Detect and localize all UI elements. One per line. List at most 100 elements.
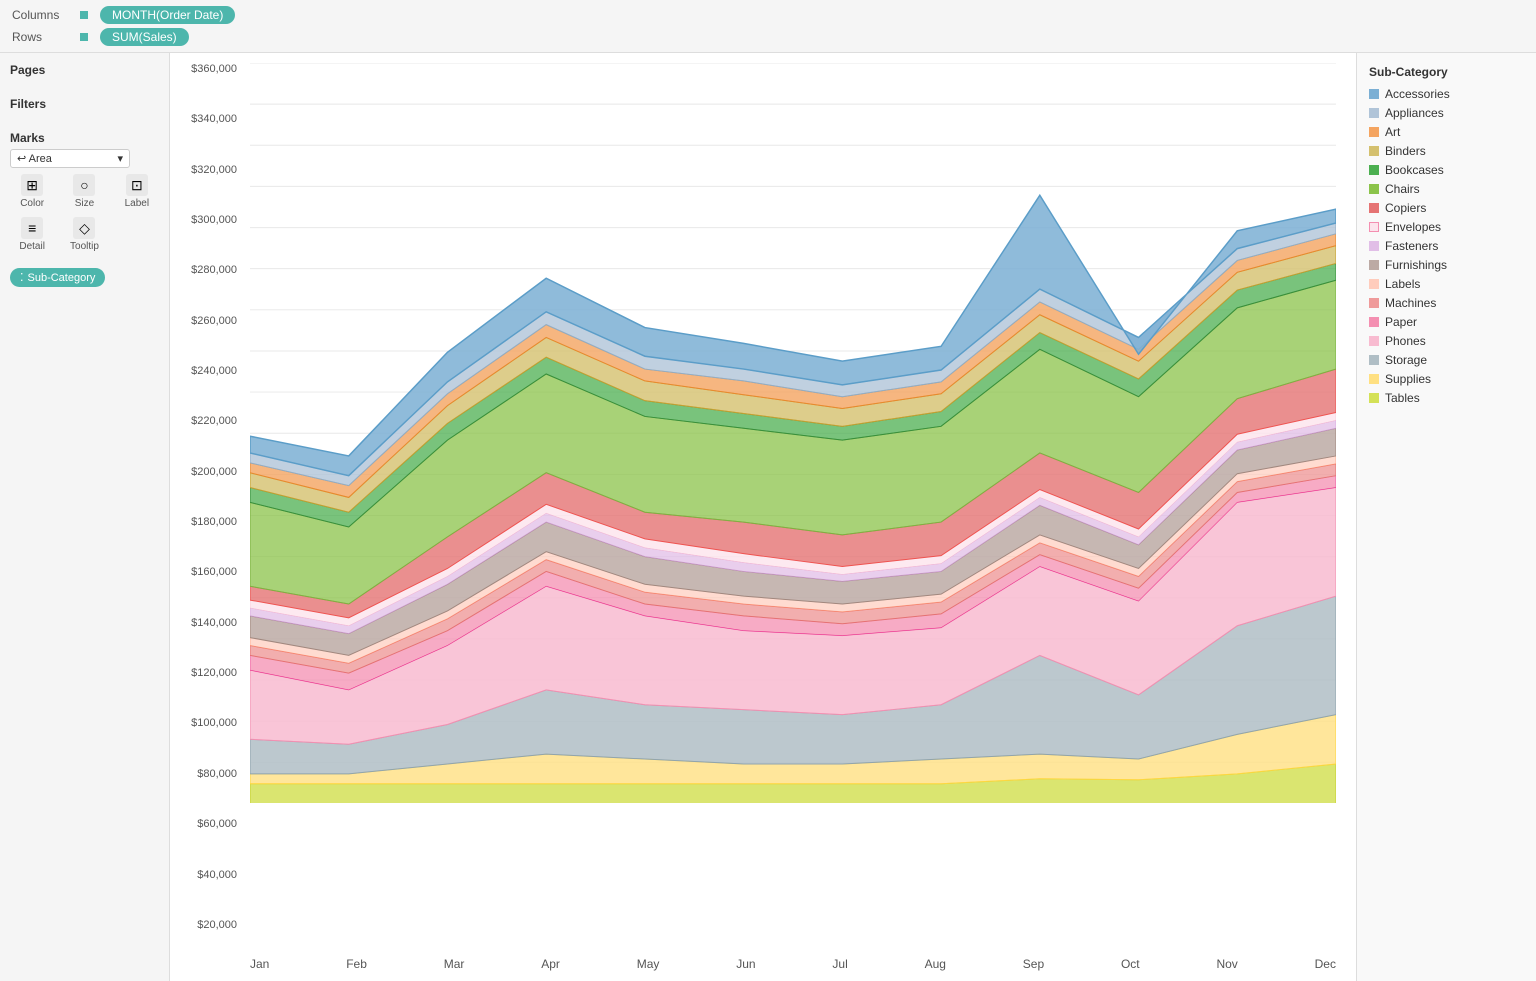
color-button[interactable]: ⊞ Color: [10, 174, 54, 209]
tooltip-button[interactable]: ◇ Tooltip: [62, 217, 106, 252]
size-icon: ○: [73, 174, 95, 196]
x-label-jan: Jan: [250, 957, 269, 971]
label-button[interactable]: ⊡ Label: [115, 174, 159, 209]
y-label-20: $20,000: [197, 919, 237, 931]
x-label-jul: Jul: [832, 957, 847, 971]
legend-labels: Labels: [1369, 277, 1524, 291]
y-label-340: $340,000: [191, 113, 237, 125]
appliances-label: Appliances: [1385, 106, 1444, 120]
y-label-220: $220,000: [191, 415, 237, 427]
bookcases-label: Bookcases: [1385, 163, 1444, 177]
y-label-320: $320,000: [191, 164, 237, 176]
size-button[interactable]: ○ Size: [62, 174, 106, 209]
accessories-swatch: [1369, 89, 1379, 99]
y-label-260: $260,000: [191, 315, 237, 327]
fasteners-label: Fasteners: [1385, 239, 1438, 253]
sub-cat-dots: ⁚: [20, 271, 24, 284]
x-label-feb: Feb: [346, 957, 367, 971]
x-label-dec: Dec: [1315, 957, 1336, 971]
legend-tables: Tables: [1369, 391, 1524, 405]
pages-section: Pages: [10, 63, 159, 81]
y-label-240: $240,000: [191, 365, 237, 377]
label-label: Label: [125, 198, 149, 209]
columns-pill[interactable]: MONTH(Order Date): [100, 6, 235, 24]
y-label-180: $180,000: [191, 516, 237, 528]
machines-swatch: [1369, 298, 1379, 308]
appliances-swatch: [1369, 108, 1379, 118]
detail-icon: ≡: [21, 217, 43, 239]
y-label-280: $280,000: [191, 264, 237, 276]
rows-pill[interactable]: SUM(Sales): [100, 28, 189, 46]
supplies-swatch: [1369, 374, 1379, 384]
legend-accessories: Accessories: [1369, 87, 1524, 101]
legend-binders: Binders: [1369, 144, 1524, 158]
tooltip-label: Tooltip: [70, 241, 99, 252]
y-label-140: $140,000: [191, 617, 237, 629]
envelopes-label: Envelopes: [1385, 220, 1441, 234]
marks-type-select[interactable]: ↩ Area ▾: [10, 149, 130, 168]
art-label: Art: [1385, 125, 1400, 139]
x-label-nov: Nov: [1216, 957, 1237, 971]
copiers-swatch: [1369, 203, 1379, 213]
supplies-label: Supplies: [1385, 372, 1431, 386]
legend-chairs: Chairs: [1369, 182, 1524, 196]
y-label-200: $200,000: [191, 466, 237, 478]
left-panel: Pages Filters Marks ↩ Area ▾ ⊞ Color ○ S…: [0, 53, 170, 981]
detail-button[interactable]: ≡ Detail: [10, 217, 54, 252]
x-label-jun: Jun: [736, 957, 755, 971]
size-label: Size: [75, 198, 94, 209]
y-label-300: $300,000: [191, 214, 237, 226]
legend-machines: Machines: [1369, 296, 1524, 310]
fasteners-swatch: [1369, 241, 1379, 251]
x-label-aug: Aug: [925, 957, 946, 971]
bookcases-swatch: [1369, 165, 1379, 175]
color-icon: ⊞: [21, 174, 43, 196]
paper-swatch: [1369, 317, 1379, 327]
x-label-oct: Oct: [1121, 957, 1140, 971]
marks-section: Marks ↩ Area ▾ ⊞ Color ○ Size ⊡ Label: [10, 131, 159, 287]
marks-title: Marks: [10, 131, 159, 145]
y-axis: $360,000 $340,000 $320,000 $300,000 $280…: [170, 63, 245, 931]
tables-swatch: [1369, 393, 1379, 403]
labels-label: Labels: [1385, 277, 1420, 291]
phones-label: Phones: [1385, 334, 1426, 348]
columns-row: Columns MONTH(Order Date): [12, 6, 1524, 24]
sub-category-pill[interactable]: ⁚ Sub-Category: [10, 268, 105, 287]
phones-swatch: [1369, 336, 1379, 346]
legend-phones: Phones: [1369, 334, 1524, 348]
filters-title: Filters: [10, 97, 159, 111]
marks-type-label: ↩ Area: [17, 152, 52, 165]
sub-cat-label: Sub-Category: [28, 272, 96, 284]
marks-dropdown-icon: ▾: [117, 152, 123, 165]
chart-area: $360,000 $340,000 $320,000 $300,000 $280…: [170, 53, 1356, 981]
x-label-sep: Sep: [1023, 957, 1044, 971]
legend-bookcases: Bookcases: [1369, 163, 1524, 177]
legend-paper: Paper: [1369, 315, 1524, 329]
y-label-40: $40,000: [197, 869, 237, 881]
art-swatch: [1369, 127, 1379, 137]
rows-row: Rows SUM(Sales): [12, 28, 1524, 46]
legend-supplies: Supplies: [1369, 372, 1524, 386]
chairs-swatch: [1369, 184, 1379, 194]
chairs-label: Chairs: [1385, 182, 1420, 196]
top-bar: Columns MONTH(Order Date) Rows SUM(Sales…: [0, 0, 1536, 53]
paper-label: Paper: [1385, 315, 1417, 329]
legend-title: Sub-Category: [1369, 65, 1524, 79]
area-chart-svg: [250, 63, 1336, 803]
color-label: Color: [20, 198, 44, 209]
copiers-label: Copiers: [1385, 201, 1426, 215]
y-label-60: $60,000: [197, 818, 237, 830]
rows-label: Rows: [12, 30, 72, 44]
x-label-mar: Mar: [444, 957, 465, 971]
machines-label: Machines: [1385, 296, 1436, 310]
x-label-may: May: [637, 957, 660, 971]
tables-label: Tables: [1385, 391, 1420, 405]
detail-label: Detail: [19, 241, 45, 252]
y-label-100: $100,000: [191, 717, 237, 729]
envelopes-swatch: [1369, 222, 1379, 232]
legend-copiers: Copiers: [1369, 201, 1524, 215]
legend-envelopes: Envelopes: [1369, 220, 1524, 234]
legend-panel: Sub-Category Accessories Appliances Art …: [1356, 53, 1536, 981]
y-label-80: $80,000: [197, 768, 237, 780]
binders-label: Binders: [1385, 144, 1426, 158]
